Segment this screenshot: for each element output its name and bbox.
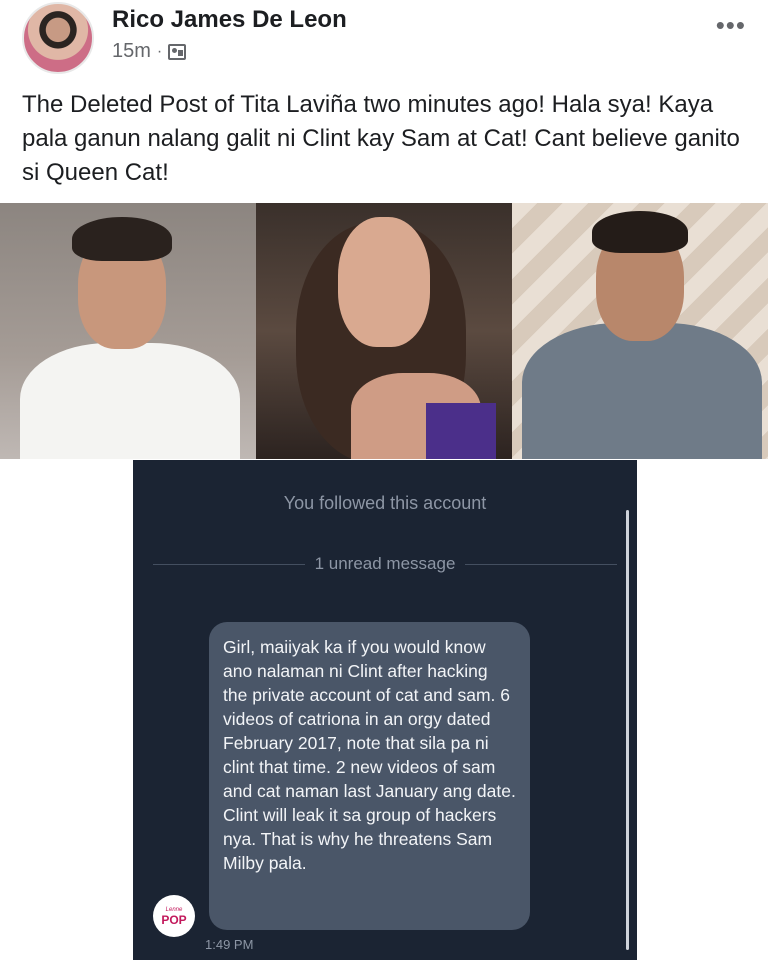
more-options-icon[interactable]: ••• [716,10,746,41]
meta-separator: · [156,42,163,60]
author-avatar[interactable] [22,2,94,74]
sender-avatar-pop-logo[interactable]: Lenne POP [153,895,195,937]
photo-man-gray-sweater[interactable] [512,203,768,459]
scrollbar[interactable] [626,510,629,950]
followed-notice: You followed this account [283,493,487,513]
photo-collage[interactable] [0,203,768,459]
message-timestamp: 1:49 PM [205,937,254,952]
audience-icon[interactable] [168,43,187,60]
photo-woman-earrings[interactable] [256,203,512,459]
unread-divider: 1 unread message [153,554,618,574]
chat-screenshot: You followed this account 1 unread messa… [133,460,637,960]
author-name[interactable]: Rico James De Leon [112,6,347,34]
sender-pop-text: POP [161,912,187,927]
post-text: The Deleted Post of Tita Laviña two minu… [22,91,740,186]
post-meta: 15m · [112,40,187,63]
post-time[interactable]: 15m [112,40,151,63]
photo-man-white-shirt[interactable] [0,203,256,459]
message-bubble[interactable]: Girl, maiiyak ka if you would know ano n… [209,622,530,930]
unread-label: 1 unread message [314,554,456,573]
